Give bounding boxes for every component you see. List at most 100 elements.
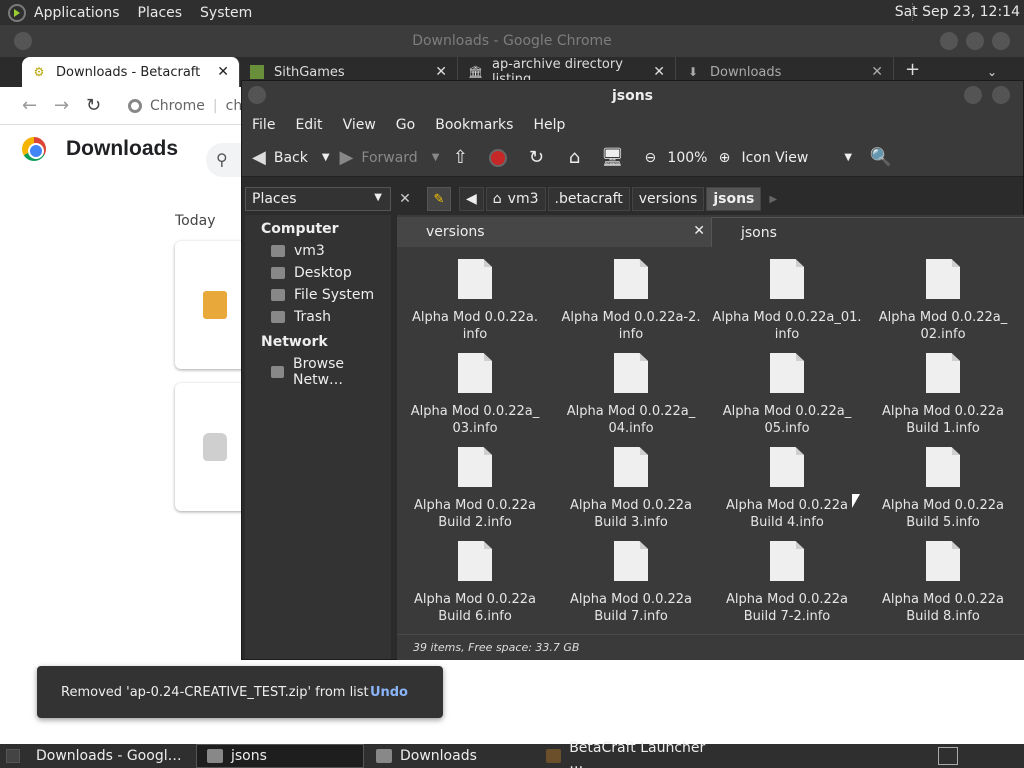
reload-icon[interactable]: ↻ [86, 95, 118, 116]
file-item[interactable]: Alpha Mod 0.0.22a_ 04.info [553, 353, 709, 437]
menu-bookmarks[interactable]: Bookmarks [435, 117, 513, 133]
file-item[interactable]: Alpha Mod 0.0.22a_ 03.info [397, 353, 553, 437]
tab-downloads-betacraft[interactable]: ⚙ Downloads - Betacraft ✕ [22, 57, 240, 87]
maximize-icon[interactable] [966, 32, 984, 50]
menu-file[interactable]: File [252, 117, 275, 133]
file-item[interactable]: Alpha Mod 0.0.22a Build 7.info [553, 541, 709, 625]
omnibox-divider: | [212, 97, 218, 114]
tab-label: SithGames [274, 64, 345, 80]
minimize-icon[interactable] [964, 86, 982, 104]
task-label: Downloads - Googl… [36, 748, 182, 764]
tab-close-icon[interactable]: ✕ [435, 64, 447, 80]
minimize-icon[interactable] [940, 32, 958, 50]
downloads-header: Downloads [22, 137, 178, 161]
search-icon[interactable]: ⚲ [206, 143, 246, 177]
menu-edit[interactable]: Edit [295, 117, 322, 133]
zoom-in-icon[interactable]: ⊕ [713, 147, 735, 169]
breadcrumb-scroll-right-icon[interactable]: ▶ [769, 194, 777, 205]
omnibox[interactable]: Chrome | chr [128, 98, 248, 114]
file-item[interactable]: Alpha Mod 0.0.22a Build 5.info [865, 447, 1021, 531]
document-icon [614, 259, 648, 299]
sidebar-item-desktop[interactable]: Desktop [245, 262, 391, 284]
view-mode-select[interactable]: Icon View ▼ [741, 150, 852, 166]
clock[interactable]: Sat Sep 23, 12:14 [895, 4, 1020, 20]
forward-button[interactable]: ▶ Forward ▼ [340, 147, 440, 168]
file-item[interactable]: Alpha Mod 0.0.22a Build 1.info [865, 353, 1021, 437]
show-desktop-icon[interactable] [938, 747, 958, 765]
close-icon[interactable] [992, 32, 1010, 50]
java-icon [546, 749, 562, 763]
sidebar-item-browse-network[interactable]: Browse Netw… [245, 353, 391, 391]
menu-places[interactable]: Places [138, 5, 183, 21]
task-downloads[interactable]: Downloads [366, 744, 534, 768]
file-item[interactable]: Alpha Mod 0.0.22a_ 05.info [709, 353, 865, 437]
undo-button[interactable]: Undo [370, 685, 408, 700]
zoom-out-icon[interactable]: ⊖ [639, 147, 661, 169]
chevron-down-icon: ▼ [844, 152, 853, 163]
menu-applications[interactable]: Applications [34, 5, 120, 21]
file-item[interactable]: Alpha Mod 0.0.22a Build 6.info [397, 541, 553, 625]
forward-arrow-icon[interactable]: → [54, 95, 86, 116]
stop-button[interactable] [487, 147, 509, 169]
maximize-icon[interactable] [992, 86, 1010, 104]
window-menu-icon[interactable] [248, 86, 266, 104]
file-item[interactable]: Alpha Mod 0.0.22a_ 02.info [865, 259, 1021, 343]
tab-jsons[interactable]: jsons [710, 217, 1024, 247]
file-item[interactable]: Alpha Mod 0.0.22a Build 8.info [865, 541, 1021, 625]
breadcrumb: ✎ ◀ ⌂ vm3 .betacraft versions jsons ▶ [427, 187, 777, 211]
tab-close-icon[interactable]: ✕ [653, 64, 665, 80]
file-item[interactable]: Alpha Mod 0.0.22a Build 3.info [553, 447, 709, 531]
sidebar-close-icon[interactable]: ✕ [395, 191, 415, 207]
taskbar-handle-icon[interactable] [6, 749, 20, 763]
menu-go[interactable]: Go [396, 117, 415, 133]
tab-close-icon[interactable]: ✕ [693, 223, 705, 239]
tab-search-chevron-icon[interactable]: ⌄ [987, 65, 997, 79]
new-tab-icon[interactable]: + [905, 59, 920, 80]
forward-history-dropdown-icon[interactable]: ▼ [432, 152, 440, 163]
sidebar-item-vm3[interactable]: vm3 [245, 240, 391, 262]
file-item[interactable]: Alpha Mod 0.0.22a Build 4.info [709, 447, 865, 531]
tab-versions[interactable]: versions ✕ [397, 217, 711, 247]
document-icon [458, 447, 492, 487]
file-item[interactable]: Alpha Mod 0.0.22a. info [397, 259, 553, 343]
window-menu-icon[interactable] [14, 32, 32, 50]
back-history-dropdown-icon[interactable]: ▼ [322, 152, 330, 163]
tab-close-icon[interactable]: ✕ [217, 64, 229, 80]
task-chrome-downloads[interactable]: Downloads - Googl… [26, 744, 194, 768]
search-icon[interactable]: 🔍 [870, 147, 892, 169]
breadcrumb-betacraft[interactable]: .betacraft [547, 187, 630, 211]
omnibox-label: Chrome [150, 97, 205, 114]
breadcrumb-vm3[interactable]: ⌂ vm3 [485, 187, 546, 211]
sidebar-item-trash[interactable]: Trash [245, 306, 391, 328]
breadcrumb-scroll-left-icon[interactable]: ◀ [459, 187, 484, 211]
sidebar-selector[interactable]: Places ▼ [245, 187, 391, 211]
sidebar-item-file-system[interactable]: File System [245, 284, 391, 306]
file-item[interactable]: Alpha Mod 0.0.22a Build 7-2.info [709, 541, 865, 625]
chrome-titlebar[interactable]: Downloads - Google Chrome [0, 25, 1024, 57]
reload-icon[interactable]: ↻ [525, 147, 547, 169]
menu-help[interactable]: Help [533, 117, 565, 133]
taskbar: Downloads - Googl… jsons Downloads BetaC… [0, 740, 1024, 768]
distro-logo-icon[interactable] [8, 3, 26, 22]
back-button[interactable]: ◀ Back ▼ [252, 147, 330, 168]
home-icon[interactable]: ⌂ [563, 147, 585, 169]
tab-label: jsons [740, 224, 777, 241]
task-betacraft-launcher[interactable]: BetaCraft Launcher … [536, 740, 716, 768]
file-item[interactable]: Alpha Mod 0.0.22a-2. info [553, 259, 709, 343]
computer-icon[interactable]: 🖥 [601, 147, 624, 169]
file-manager-titlebar[interactable]: jsons [242, 81, 1023, 111]
up-arrow-icon[interactable]: ⇧ [449, 147, 471, 169]
edit-location-icon[interactable]: ✎ [427, 187, 451, 211]
home-folder-icon [271, 245, 285, 257]
menu-view[interactable]: View [343, 117, 376, 133]
file-item[interactable]: Alpha Mod 0.0.22a Build 2.info [397, 447, 553, 531]
breadcrumb-jsons[interactable]: jsons [706, 187, 762, 211]
task-jsons[interactable]: jsons [196, 744, 364, 768]
sidebar-item-label: Browse Netw… [293, 356, 344, 388]
tab-close-icon[interactable]: ✕ [871, 64, 883, 80]
tab-label: versions [426, 224, 485, 240]
breadcrumb-versions[interactable]: versions [631, 187, 705, 211]
back-arrow-icon[interactable]: ← [22, 95, 54, 116]
file-item[interactable]: Alpha Mod 0.0.22a_01. info [709, 259, 865, 343]
menu-system[interactable]: System [200, 5, 252, 21]
